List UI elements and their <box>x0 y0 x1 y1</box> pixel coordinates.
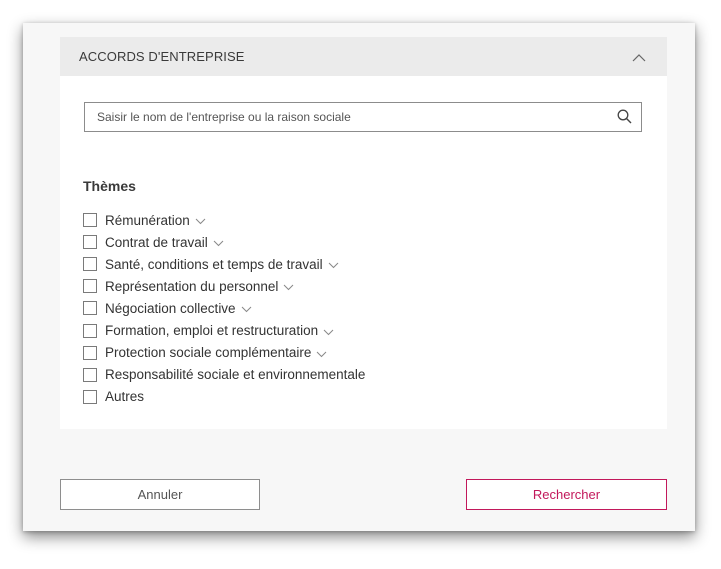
theme-item[interactable]: Formation, emploi et restructuration <box>83 319 365 341</box>
accords-panel-header[interactable]: ACCORDS D'ENTREPRISE <box>60 37 667 76</box>
theme-label: Rémunération <box>105 212 190 228</box>
theme-checkbox[interactable] <box>83 389 97 404</box>
chevron-down-icon[interactable] <box>316 351 327 358</box>
theme-label: Contrat de travail <box>105 234 208 250</box>
chevron-down-icon[interactable] <box>213 240 224 247</box>
theme-item[interactable]: Rémunération <box>83 209 365 231</box>
chevron-down-icon[interactable] <box>328 262 339 269</box>
theme-checkbox[interactable] <box>83 257 97 272</box>
theme-checkbox[interactable] <box>83 367 97 382</box>
theme-item[interactable]: Protection sociale complémentaire <box>83 342 365 364</box>
cancel-button[interactable]: Annuler <box>60 479 260 510</box>
theme-label: Protection sociale complémentaire <box>105 345 312 361</box>
theme-checkbox[interactable] <box>83 279 97 294</box>
search-icon[interactable] <box>617 109 632 124</box>
theme-label: Responsabilité sociale et environnementa… <box>105 367 366 383</box>
chevron-down-icon[interactable] <box>323 329 334 336</box>
search-button[interactable]: Rechercher <box>466 479 667 510</box>
theme-item[interactable]: Responsabilité sociale et environnementa… <box>83 364 365 386</box>
search-modal: ACCORDS D'ENTREPRISE Thèmes Rémunération… <box>23 23 695 531</box>
themes-list: Rémunération Contrat de travail Santé, con… <box>83 209 365 408</box>
theme-label: Autres <box>105 389 145 405</box>
theme-label: Santé, conditions et temps de travail <box>105 256 323 272</box>
theme-checkbox[interactable] <box>83 235 97 250</box>
theme-item[interactable]: Santé, conditions et temps de travail <box>83 253 365 275</box>
theme-item[interactable]: Autres <box>83 386 365 408</box>
company-search-box <box>84 102 642 132</box>
theme-item[interactable]: Représentation du personnel <box>83 275 365 297</box>
theme-label: Formation, emploi et restructuration <box>105 323 319 339</box>
chevron-down-icon[interactable] <box>283 284 294 291</box>
themes-title: Thèmes <box>83 178 136 194</box>
chevron-down-icon[interactable] <box>241 306 252 313</box>
theme-checkbox[interactable] <box>83 301 97 316</box>
theme-label: Représentation du personnel <box>105 278 279 294</box>
theme-label: Négociation collective <box>105 300 236 316</box>
theme-checkbox[interactable] <box>83 345 97 360</box>
company-search-input[interactable] <box>85 103 605 131</box>
theme-item[interactable]: Contrat de travail <box>83 231 365 253</box>
chevron-down-icon[interactable] <box>195 218 206 225</box>
chevron-up-icon[interactable] <box>631 51 647 63</box>
theme-checkbox[interactable] <box>83 323 97 338</box>
accords-panel: ACCORDS D'ENTREPRISE Thèmes Rémunération… <box>60 37 667 429</box>
panel-title: ACCORDS D'ENTREPRISE <box>79 49 245 64</box>
theme-item[interactable]: Négociation collective <box>83 297 365 319</box>
theme-checkbox[interactable] <box>83 213 97 228</box>
